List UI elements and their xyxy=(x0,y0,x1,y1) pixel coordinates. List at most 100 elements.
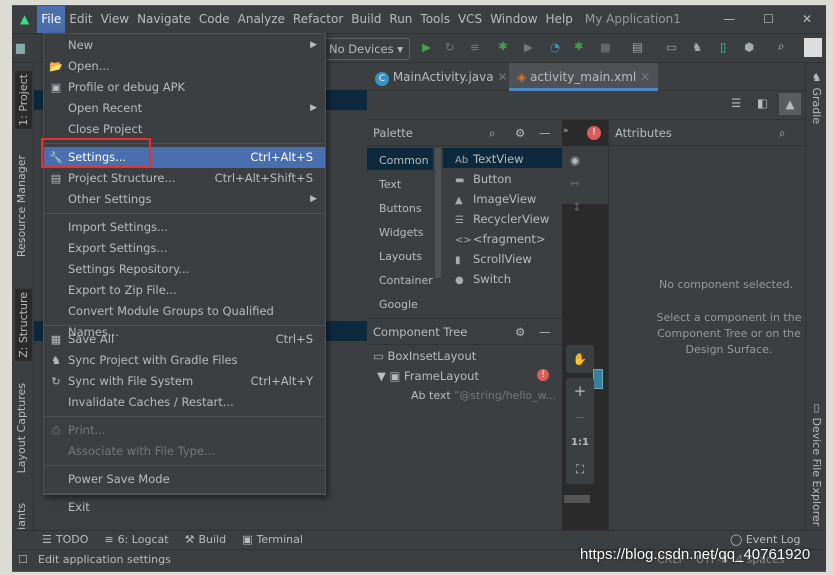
event-log-button[interactable]: ◯ Event Log xyxy=(730,533,800,546)
palette-item-textview[interactable]: Ab TextView xyxy=(455,152,524,166)
minimize-icon[interactable]: — xyxy=(539,120,551,146)
palette-item-imageview[interactable]: ▲ ImageView xyxy=(455,192,536,206)
close-tab-icon[interactable]: ✕ xyxy=(640,70,650,84)
zoom-in-icon[interactable]: + xyxy=(566,378,594,404)
scrollbar[interactable] xyxy=(564,495,590,503)
palette-item-fragment[interactable]: <><fragment> xyxy=(455,232,545,246)
tree-node-boxinsetlayout[interactable]: ▭ BoxInsetLayout xyxy=(373,349,476,363)
palette-category-layouts[interactable]: Layouts xyxy=(379,250,422,263)
close-tab-icon[interactable]: ✕ xyxy=(497,70,507,84)
tool-tab-project[interactable]: 1: Project xyxy=(15,71,32,129)
menu-item-invalidate-caches-restart[interactable]: Invalidate Caches / Restart... xyxy=(44,392,325,413)
menu-item-settings-repository[interactable]: Settings Repository... xyxy=(44,259,325,280)
menu-item-sync-with-file-system[interactable]: ↻ Sync with File System Ctrl+Alt+Y xyxy=(44,371,325,392)
menu-item-export-to-zip-file[interactable]: Export to Zip File... xyxy=(44,280,325,301)
tool-button-6-logcat[interactable]: ≡ 6: Logcat xyxy=(104,533,168,546)
device-preview[interactable] xyxy=(593,369,603,389)
menu-vcs[interactable]: VCS xyxy=(454,6,486,33)
expand-icon[interactable]: » xyxy=(563,126,569,136)
search-icon[interactable]: ⌕ xyxy=(489,120,495,146)
menu-item-close-project[interactable]: Close Project xyxy=(44,119,325,140)
horizontal-resize-icon[interactable]: ↔ xyxy=(570,176,580,190)
menu-item-project-structure[interactable]: ▤ Project Structure... Ctrl+Alt+Shift+S xyxy=(44,168,325,189)
attach-debugger-icon[interactable]: ▶ xyxy=(524,40,533,54)
minimize-button[interactable]: — xyxy=(709,6,749,33)
tool-tab-structure[interactable]: Z: Structure xyxy=(15,289,32,361)
expand-arrow-icon[interactable]: ▼ xyxy=(377,369,386,383)
menu-edit[interactable]: Edit xyxy=(65,6,96,33)
palette-category-container[interactable]: Container xyxy=(379,274,433,287)
profile-icon[interactable]: ◔ xyxy=(550,40,560,54)
tool-button-todo[interactable]: ☰ TODO xyxy=(42,533,88,546)
menu-help[interactable]: Help xyxy=(542,6,577,33)
menu-item-power-save-mode[interactable]: Power Save Mode xyxy=(44,469,325,490)
menu-item-new[interactable]: New ▶ xyxy=(44,35,325,56)
gear-icon[interactable]: ⚙ xyxy=(515,319,525,345)
menu-item-convert-module-groups-to-qualified-names[interactable]: Convert Module Groups to Qualified Names… xyxy=(44,301,325,339)
apply-code-changes-icon[interactable]: ≡ xyxy=(470,40,480,54)
menu-refactor[interactable]: Refactor xyxy=(289,6,347,33)
code-view-icon[interactable]: ☰ xyxy=(731,96,741,110)
error-icon[interactable]: ! xyxy=(587,126,601,140)
avatar[interactable] xyxy=(804,38,822,57)
tool-tab-gradle[interactable]: ♞ Gradle xyxy=(810,71,823,124)
avd-manager-icon[interactable]: ▭ xyxy=(666,40,677,54)
menu-item-export-settings[interactable]: Export Settings... xyxy=(44,238,325,259)
tool-button-terminal[interactable]: ▣ Terminal xyxy=(242,533,303,546)
menu-run[interactable]: Run xyxy=(385,6,416,33)
status-toggle-icon[interactable]: ☐ xyxy=(18,553,28,566)
zoom-actual-size-button[interactable]: 1:1 xyxy=(566,430,594,456)
close-window-button[interactable]: ✕ xyxy=(788,6,826,33)
tool-tab-layout-captures[interactable]: Layout Captures xyxy=(15,383,28,473)
menu-item-open-recent[interactable]: Open Recent ▶ xyxy=(44,98,325,119)
menu-analyze[interactable]: Analyze xyxy=(234,6,289,33)
menu-file[interactable]: File xyxy=(37,6,66,33)
zoom-to-fit-icon[interactable]: ⛶ xyxy=(566,456,594,482)
device-selector[interactable]: No Devices ▾ xyxy=(324,38,410,60)
menu-tools[interactable]: Tools xyxy=(416,6,454,33)
palette-item-button[interactable]: ▬ Button xyxy=(455,172,512,186)
tree-node-text[interactable]: Ab text "@string/hello_w... xyxy=(411,389,556,402)
debug-attach-icon[interactable]: ✱ xyxy=(574,39,584,53)
menu-build[interactable]: Build xyxy=(347,6,385,33)
search-icon[interactable]: ⌕ xyxy=(778,39,784,54)
menu-item-save-all[interactable]: ▦ Save All Ctrl+S xyxy=(44,329,325,350)
palette-item-scrollview[interactable]: ▮ ScrollView xyxy=(455,252,532,266)
menu-item-sync-project-with-gradle-files[interactable]: ♞ Sync Project with Gradle Files xyxy=(44,350,325,371)
vertical-resize-icon[interactable]: ↕ xyxy=(572,200,582,214)
tool-tab-device-file-explorer[interactable]: ▯ Device File Explorer xyxy=(810,401,823,526)
tree-node-framelayout[interactable]: ▼ ▣ FrameLayout! xyxy=(377,369,557,383)
palette-category-google[interactable]: Google xyxy=(379,298,418,311)
category-scrollbar[interactable] xyxy=(435,148,441,278)
tab-main-activity[interactable]: C MainActivity.java ✕ xyxy=(375,63,508,91)
palette-category-widgets[interactable]: Widgets xyxy=(379,226,423,239)
tool-button-build[interactable]: ⚒ Build xyxy=(185,533,227,546)
menu-item-import-settings[interactable]: Import Settings... xyxy=(44,217,325,238)
palette-category-buttons[interactable]: Buttons xyxy=(379,202,422,215)
project-structure-icon[interactable]: ▤ xyxy=(632,40,643,54)
gear-icon[interactable]: ⚙ xyxy=(515,120,525,146)
split-view-icon[interactable]: ◧ xyxy=(757,96,768,110)
menu-navigate[interactable]: Navigate xyxy=(133,6,195,33)
minimize-icon[interactable]: — xyxy=(539,319,551,345)
run-icon[interactable]: ▶ xyxy=(422,40,431,54)
palette-category-common[interactable]: Common xyxy=(379,154,429,167)
menu-item-exit[interactable]: Exit xyxy=(44,497,325,518)
stop-icon[interactable]: ■ xyxy=(600,40,611,54)
palette-category-text[interactable]: Text xyxy=(379,178,401,191)
eye-icon[interactable]: ◉ xyxy=(570,153,580,167)
tool-tab-resource-manager[interactable]: Resource Manager xyxy=(15,155,28,257)
menu-item-other-settings[interactable]: Other Settings ▶ xyxy=(44,189,325,210)
design-view-icon[interactable]: ▲ xyxy=(779,93,801,115)
menu-code[interactable]: Code xyxy=(195,6,234,33)
menu-item-open[interactable]: 📂 Open... xyxy=(44,56,325,77)
resource-icon[interactable]: ⬢ xyxy=(744,40,754,54)
menu-item-profile-or-debug-apk[interactable]: ▣ Profile or debug APK xyxy=(44,77,325,98)
menu-window[interactable]: Window xyxy=(486,6,541,33)
sdk-manager-icon[interactable]: ▯ xyxy=(720,40,726,54)
pan-tool-icon[interactable]: ✋ xyxy=(566,345,594,373)
maximize-button[interactable]: ☐ xyxy=(749,6,788,33)
zoom-out-icon[interactable]: − xyxy=(566,404,594,430)
menu-view[interactable]: View xyxy=(97,6,133,33)
gradle-sync-icon[interactable]: ♞ xyxy=(692,40,702,54)
